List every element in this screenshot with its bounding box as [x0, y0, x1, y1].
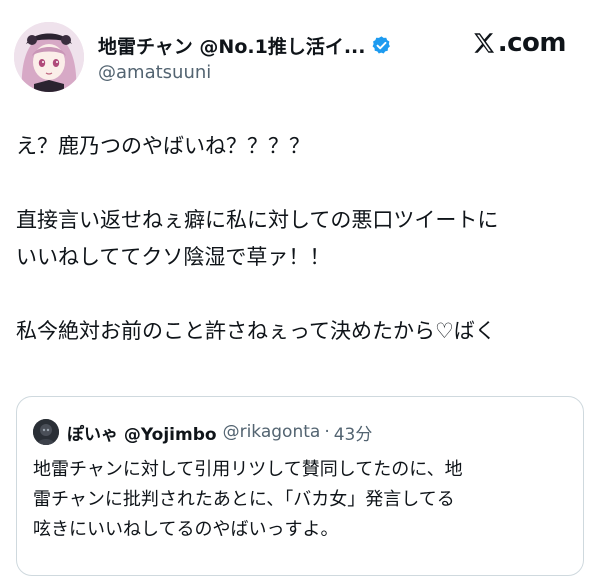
quoted-tweet-line: 呟きにいいねしてるのやばいっすよ。	[33, 519, 339, 540]
separator-dot: ·	[324, 422, 330, 442]
site-watermark: .com	[471, 28, 567, 58]
quoted-timestamp[interactable]: 43分	[334, 420, 373, 445]
author-handle[interactable]: @amatsuuni	[98, 62, 211, 83]
verified-badge-icon	[371, 35, 392, 56]
tweet-header: 地雷チャン @No.1推し活イ... @amatsuuni .com	[0, 0, 600, 110]
quoted-author-name[interactable]: ぽいゃ @Yojimbo	[67, 420, 217, 445]
tweet-line: 私今絶対お前のこと許さねぇって決めたから♡ばく	[16, 319, 496, 343]
tweet-line: いいねしててクソ陰湿で草ァ！！	[16, 245, 331, 269]
author-name-row: 地雷チャン @No.1推し活イ...	[98, 30, 392, 60]
tweet-line: 直接言い返せねぇ癖に私に対しての悪口ツイートに	[16, 208, 499, 232]
quoted-tweet-header: ぽいゃ @Yojimbo @rikagonta · 43分	[33, 419, 372, 445]
quoted-tweet-line: 雷チャンに批判されたあとに、「バカ女」発言してる	[33, 489, 455, 510]
author-display-name[interactable]: 地雷チャン @No.1推し活イ...	[98, 32, 365, 59]
quoted-tweet-line: 地雷チャンに対して引用リツして賛同してたのに、地	[33, 459, 463, 480]
anime-girl-avatar-icon[interactable]	[14, 22, 84, 92]
tweet-line-break	[16, 276, 588, 313]
quoted-author-handle[interactable]: @rikagonta	[223, 422, 321, 442]
tweet-line: え？鹿乃つのやばいね？？？？	[16, 134, 310, 158]
site-label: .com	[497, 28, 567, 58]
tweet-text: え？鹿乃つのやばいね？？？？ 直接言い返せねぇ癖に私に対しての悪口ツイートに い…	[16, 128, 588, 350]
x-logo-icon	[471, 30, 497, 56]
quoted-tweet-text: 地雷チャンに対して引用リツして賛同してたのに、地 雷チャンに批判されたあとに、「…	[33, 455, 573, 545]
dark-avatar-icon[interactable]	[33, 419, 59, 445]
tweet-line-break	[16, 165, 588, 202]
quoted-tweet-card[interactable]: ぽいゃ @Yojimbo @rikagonta · 43分 地雷チャンに対して引…	[16, 396, 584, 576]
